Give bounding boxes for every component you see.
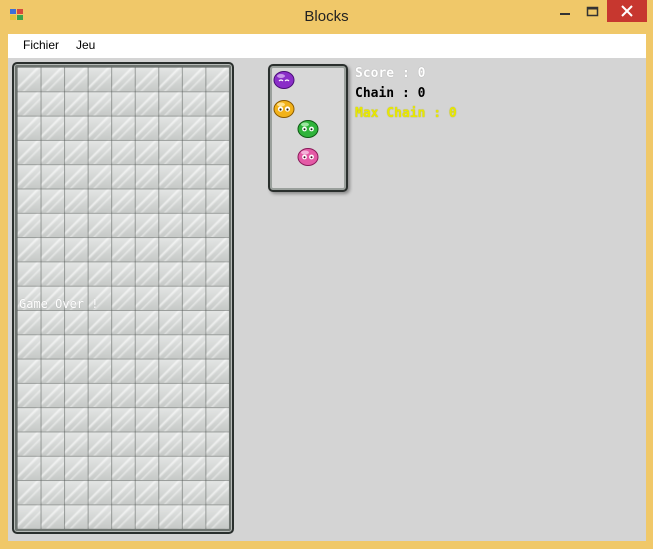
game-window: Blocks Fichier Jeu Game Over ! Score: 0… — [0, 0, 653, 549]
minimize-button[interactable] — [552, 0, 578, 24]
maximize-button[interactable] — [579, 0, 605, 24]
purple-blob-icon — [273, 71, 295, 89]
stats-panel: Score : 0 Chain : 0 Max Chain : 0 — [355, 64, 457, 124]
game-over-message: Game Over ! — [19, 297, 99, 311]
chain-label: Chain : 0 — [355, 86, 426, 101]
next-piece-panel — [268, 64, 348, 192]
game-area: Game Over ! Score: 0 Chain: 0 Max Chai… — [8, 58, 646, 541]
minimize-icon — [560, 13, 570, 15]
green-blob-icon — [297, 120, 319, 138]
pink-blob-icon — [297, 148, 319, 166]
menu-jeu[interactable]: Jeu — [76, 38, 95, 52]
maximize-icon — [586, 6, 599, 17]
close-button[interactable] — [607, 0, 647, 22]
close-icon — [621, 5, 633, 17]
score-label: Score : 0 — [355, 66, 426, 81]
game-board[interactable]: Game Over ! — [12, 62, 234, 534]
title-bar[interactable]: Blocks — [0, 0, 653, 33]
menu-fichier[interactable]: Fichier — [23, 38, 59, 52]
menu-bar: Fichier Jeu — [8, 34, 646, 58]
max-chain-label: Max Chain : 0 — [355, 106, 457, 121]
yellow-blob-icon — [273, 100, 295, 118]
